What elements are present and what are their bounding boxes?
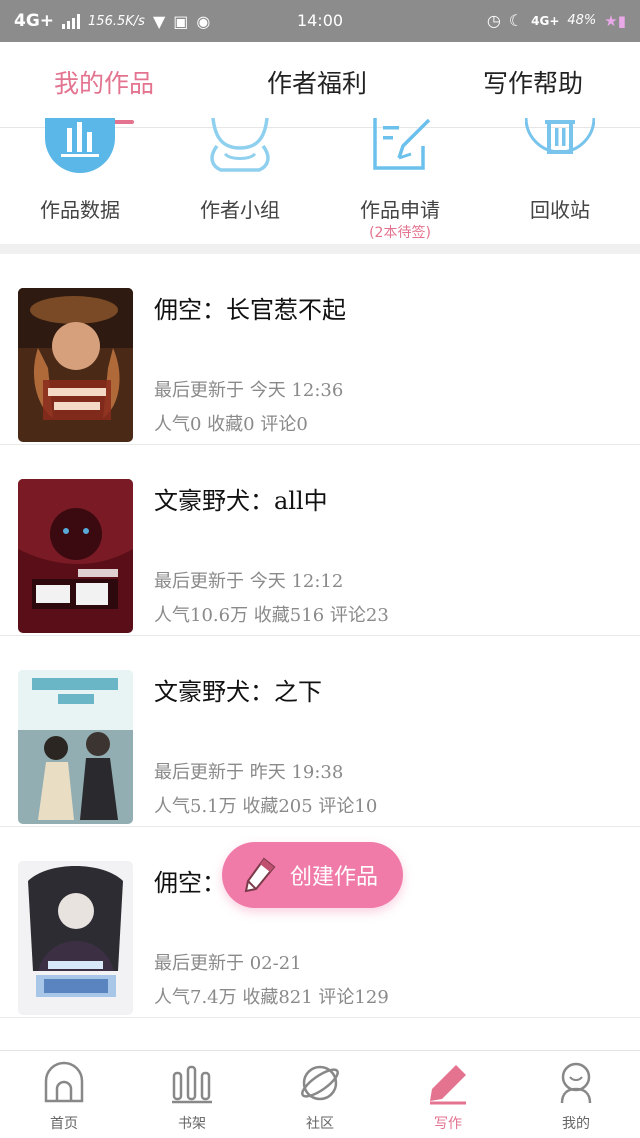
tab-author-benefits[interactable]: 作者福利 <box>267 64 367 100</box>
nav-bookshelf[interactable]: 书架 <box>128 1061 256 1133</box>
book-cover[interactable] <box>18 288 133 442</box>
work-updated: 最后更新于 今天 12:36 <box>154 380 344 401</box>
pen-icon <box>430 1065 466 1105</box>
book-cover[interactable] <box>18 670 133 824</box>
work-stats: 人气7.4万 收藏821 评论129 <box>154 987 389 1008</box>
list-item[interactable]: 佣空：长官惹不起 最后更新于 今天 12:36 人气0 收藏0 评论0 <box>0 254 640 445</box>
battery-level: 48% <box>567 13 597 28</box>
list-item[interactable]: 文豪野犬：之下 最后更新于 昨天 19:38 人气5.1万 收藏205 评论10 <box>0 636 640 827</box>
book-cover[interactable] <box>18 479 133 633</box>
work-stats: 人气10.6万 收藏516 评论23 <box>154 605 389 626</box>
list-item[interactable]: 文豪野犬：all中 最后更新于 今天 12:12 人气10.6万 收藏516 评… <box>0 445 640 636</box>
top-tabs: 我的作品 作者福利 写作帮助 <box>0 42 640 128</box>
nav-profile[interactable]: 我的 <box>512 1061 640 1133</box>
nav-community[interactable]: 社区 <box>256 1061 384 1133</box>
works-apply-label: 作品申请 <box>360 198 440 222</box>
edit-document-icon <box>373 118 431 170</box>
work-stats: 人气5.1万 收藏205 评论10 <box>154 796 378 817</box>
group-icon <box>210 118 270 172</box>
work-title[interactable]: 文豪野犬：all中 <box>154 481 328 516</box>
pending-sign-count: (2本待签) <box>369 225 431 241</box>
work-updated: 最后更新于 02-21 <box>154 953 302 974</box>
status-bar: 4G+ 156.5K/s ▼ ▣ ◉ 14:00 ◷ ☾ 4G+ 48% ★▮ <box>0 0 640 42</box>
book-cover[interactable] <box>18 861 133 1015</box>
work-title[interactable]: 佣空： <box>154 863 226 898</box>
work-stats: 人气0 收藏0 评论0 <box>154 414 308 435</box>
work-title[interactable]: 文豪野犬：之下 <box>154 672 322 707</box>
bar-chart-icon <box>45 118 115 173</box>
create-work-label: 创建作品 <box>290 865 379 890</box>
pencil-icon <box>244 857 276 893</box>
nav-write[interactable]: 写作 <box>384 1061 512 1133</box>
trash-icon <box>525 118 595 154</box>
nav-bookshelf-label: 书架 <box>178 1116 206 1132</box>
nav-community-label: 社区 <box>306 1116 334 1132</box>
status-right: ◷ ☾ 4G+ 48% ★▮ <box>487 11 626 30</box>
work-title[interactable]: 佣空：长官惹不起 <box>154 290 346 325</box>
tab-my-works[interactable]: 我的作品 <box>54 64 154 100</box>
works-data-label: 作品数据 <box>40 198 120 222</box>
moon-icon: ☾ <box>508 11 524 30</box>
section-divider <box>0 244 640 254</box>
create-work-button[interactable]: 创建作品 <box>222 842 403 908</box>
nav-home-label: 首页 <box>50 1116 78 1132</box>
bottom-nav: 首页 书架 社区 写作 我的 <box>0 1050 640 1138</box>
tab-writing-help[interactable]: 写作帮助 <box>483 64 583 100</box>
quick-actions: 作品数据 作者小组 作品申请 (2本待签) 回收站 <box>0 118 640 244</box>
recycle-bin-label: 回收站 <box>530 198 590 222</box>
bookshelf-icon <box>172 1065 212 1104</box>
nav-home[interactable]: 首页 <box>0 1061 128 1133</box>
work-updated: 最后更新于 今天 12:12 <box>154 571 344 592</box>
profile-icon <box>560 1062 592 1104</box>
home-icon <box>44 1061 84 1103</box>
network-type-right: 4G+ <box>531 13 560 28</box>
author-group-label: 作者小组 <box>200 198 280 222</box>
nav-write-label: 写作 <box>434 1116 462 1132</box>
alarm-icon: ◷ <box>486 11 501 30</box>
nav-profile-label: 我的 <box>562 1116 590 1132</box>
battery-icon: ★▮ <box>604 11 626 30</box>
planet-icon <box>301 1065 339 1101</box>
work-updated: 最后更新于 昨天 19:38 <box>154 762 344 783</box>
